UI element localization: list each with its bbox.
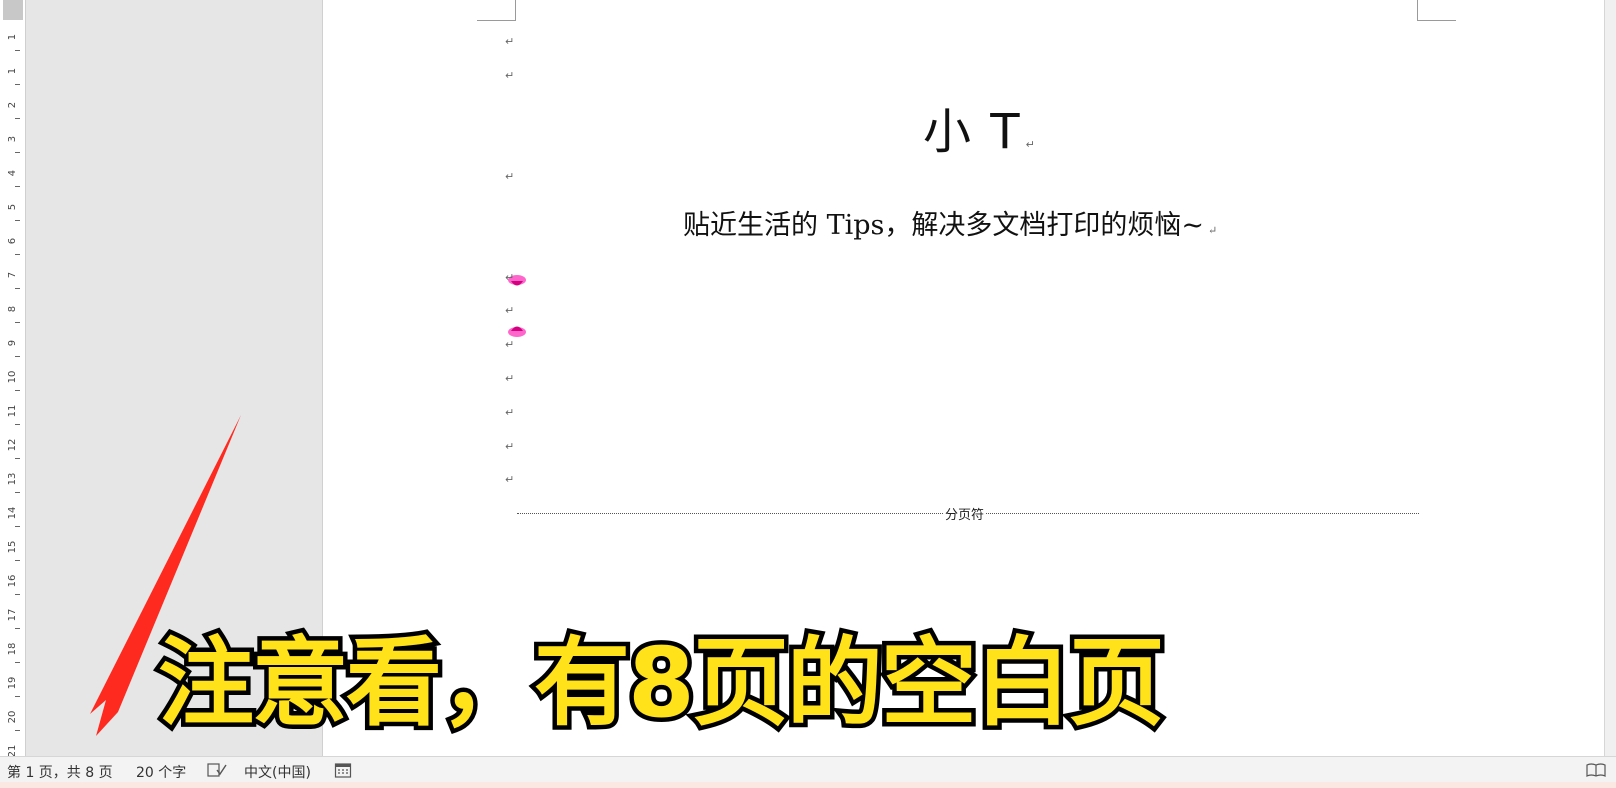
paragraph-mark: ↵ xyxy=(505,170,515,183)
bottom-border-strip xyxy=(0,782,1616,788)
margin-corner-top-right xyxy=(1417,0,1456,21)
document-title[interactable]: 小 T ↵ xyxy=(923,92,1035,162)
paragraph-mark: ↵ xyxy=(505,304,515,317)
proofing-icon[interactable] xyxy=(207,762,227,778)
paragraph-mark: ↵ xyxy=(505,406,515,419)
document-subtitle[interactable]: 贴近生活的 Tips，解决多文档打印的烦恼~ ↵ xyxy=(683,203,1217,242)
paragraph-mark: ↵ xyxy=(505,35,515,48)
read-mode-icon[interactable] xyxy=(1586,762,1606,778)
paragraph-mark: ↵ xyxy=(505,473,515,486)
page-break-label: 分页符 xyxy=(943,504,987,523)
lotus-icon xyxy=(508,326,526,337)
language-status[interactable]: 中文(中国) xyxy=(244,762,311,782)
document-subtitle-text: 贴近生活的 Tips，解决多文档打印的烦恼~ xyxy=(683,210,1204,241)
margin-corner-top-left xyxy=(477,0,516,21)
vertical-scrollbar[interactable] xyxy=(1604,0,1616,756)
accessibility-icon[interactable] xyxy=(334,762,352,778)
paragraph-mark: ↵ xyxy=(505,69,515,82)
paragraph-mark: ↵ xyxy=(505,372,515,385)
word-count-status[interactable]: 20 个字 xyxy=(136,762,186,782)
paragraph-mark: ↵ xyxy=(505,440,515,453)
paragraph-mark: ↵ xyxy=(1208,224,1218,237)
paragraph-mark: ↵ xyxy=(505,338,515,351)
paragraph-mark: ↵ xyxy=(505,271,515,284)
overlay-caption: 注意看，有8页的空白页 xyxy=(154,624,1170,743)
page-count-status[interactable]: 第 1 页，共 8 页 xyxy=(7,762,113,782)
paragraph-mark: ↵ xyxy=(1025,138,1037,151)
status-bar: 第 1 页，共 8 页 20 个字 中文(中国) xyxy=(0,756,1616,783)
document-title-text: 小 T xyxy=(923,104,1022,160)
